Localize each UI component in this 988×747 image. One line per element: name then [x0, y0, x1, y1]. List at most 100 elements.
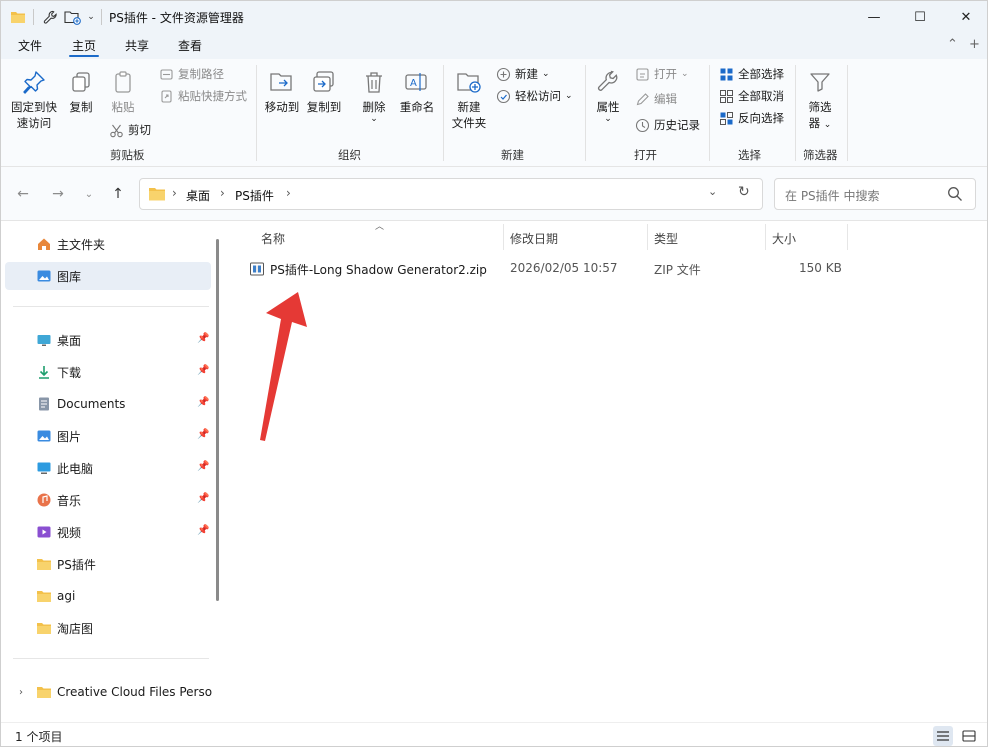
sidebar-item-agi[interactable]: agi	[5, 582, 211, 610]
column-header-type[interactable]: 类型	[654, 230, 678, 247]
breadcrumb-desktop[interactable]: 桌面	[186, 187, 210, 204]
move-to-icon	[267, 67, 297, 97]
sidebar-item-videos[interactable]: 视频 📌	[5, 518, 211, 546]
tiles-view-icon[interactable]	[959, 726, 979, 746]
breadcrumb-ps-plugins[interactable]: PS插件	[235, 187, 274, 204]
breadcrumb-chevron-icon: ›	[172, 186, 177, 200]
pin-icon[interactable]: 📌	[197, 429, 209, 440]
sidebar-item-music[interactable]: 音乐 📌	[5, 486, 211, 514]
up-arrow-icon[interactable]: ↑	[107, 183, 129, 205]
forward-arrow-icon[interactable]: →	[47, 183, 69, 205]
documents-icon	[35, 395, 53, 413]
pin-quick-access-button[interactable]: 固定到快 速访问	[7, 67, 61, 131]
pin-icon[interactable]: 📌	[197, 333, 209, 344]
search-box[interactable]: 在 PS插件 中搜索	[774, 178, 976, 210]
select-all-label: 全部选择	[738, 67, 784, 81]
column-header-name[interactable]: 名称	[261, 230, 285, 247]
file-name[interactable]: PS插件-Long Shadow Generator2.zip	[270, 261, 487, 278]
collapse-ribbon-icon[interactable]: ⌃	[947, 37, 958, 52]
wrench-icon[interactable]	[41, 8, 59, 26]
address-bar[interactable]: › 桌面 › PS插件 › ⌄ ↻	[139, 178, 763, 210]
easy-access-label: 轻松访问	[515, 89, 561, 103]
pin-icon[interactable]: 📌	[197, 365, 209, 376]
new-folder-icon[interactable]	[63, 8, 81, 26]
copy-button[interactable]: 复制	[63, 67, 99, 115]
sidebar-item-ps-plugins[interactable]: PS插件	[5, 550, 211, 578]
rename-button[interactable]: A 重命名	[397, 67, 437, 115]
tab-file[interactable]: 文件	[18, 37, 42, 54]
help-icon[interactable]: +	[969, 37, 980, 52]
sidebar-item-creative-cloud[interactable]: › Creative Cloud Files Personal	[5, 678, 213, 706]
invert-selection-label: 反向选择	[738, 111, 784, 125]
edit-button[interactable]: 编辑	[633, 89, 677, 109]
breadcrumb-chevron-icon: ›	[220, 186, 225, 200]
paste-button[interactable]: 粘贴	[105, 67, 141, 115]
copy-to-button[interactable]: 复制到	[305, 67, 343, 115]
chevron-down-icon[interactable]: ⌄	[85, 8, 97, 26]
status-bar: 1 个项目	[1, 722, 987, 746]
sidebar-item-label: PS插件	[57, 557, 96, 572]
paste-shortcut-button[interactable]: 粘贴快捷方式	[157, 86, 247, 106]
close-button[interactable]: ✕	[943, 1, 987, 33]
expand-chevron-icon[interactable]: ›	[19, 687, 23, 698]
pin-icon[interactable]: 📌	[197, 525, 209, 536]
pin-icon[interactable]: 📌	[197, 493, 209, 504]
music-icon	[35, 491, 53, 509]
move-to-button[interactable]: 移动到	[263, 67, 301, 115]
sidebar-item-pictures[interactable]: 图片 📌	[5, 422, 211, 450]
gallery-icon	[35, 267, 53, 285]
breadcrumb-chevron-icon: ›	[286, 186, 291, 200]
copy-path-button[interactable]: 复制路径	[157, 64, 224, 84]
cut-button[interactable]: 剪切	[107, 120, 151, 140]
sidebar-scrollbar[interactable]	[216, 239, 219, 601]
sidebar-item-label: Documents	[57, 397, 126, 411]
select-none-button[interactable]: 全部取消	[717, 86, 784, 106]
sidebar-item-gallery[interactable]: 图库	[5, 262, 211, 290]
details-view-icon[interactable]	[933, 726, 953, 746]
sidebar-item-home[interactable]: 主文件夹	[5, 230, 211, 258]
tab-share[interactable]: 共享	[125, 37, 149, 54]
column-header-modified[interactable]: 修改日期	[510, 230, 558, 247]
select-all-icon	[717, 65, 735, 83]
pin-icon[interactable]: 📌	[197, 397, 209, 408]
search-icon[interactable]	[947, 186, 963, 205]
new-item-button[interactable]: 新建 ⌄	[494, 64, 550, 84]
navigation-bar: ← → ⌄ ↑ › 桌面 › PS插件 › ⌄ ↻ 在 PS插件 中搜索	[1, 167, 987, 221]
open-button[interactable]: 打开 ⌄	[633, 64, 689, 84]
easy-access-icon	[494, 87, 512, 105]
refresh-icon[interactable]: ↻	[738, 184, 750, 200]
minimize-button[interactable]: —	[851, 1, 897, 33]
tab-home[interactable]: 主页	[72, 37, 96, 54]
tab-view[interactable]: 查看	[178, 37, 202, 54]
sidebar-item-this-pc[interactable]: 此电脑 📌	[5, 454, 211, 482]
new-group-label: 新建	[501, 148, 524, 162]
ribbon-tabs: 文件 主页 共享 查看 ⌃ +	[1, 33, 987, 59]
sidebar-item-taodian[interactable]: 淘店图	[5, 614, 211, 642]
select-group-label: 选择	[738, 148, 761, 162]
folder-icon	[35, 619, 53, 637]
sidebar-item-desktop[interactable]: 桌面 📌	[5, 326, 211, 354]
maximize-button[interactable]: ☐	[897, 1, 943, 33]
select-all-button[interactable]: 全部选择	[717, 64, 784, 84]
delete-button[interactable]: 删除 ⌄	[357, 67, 391, 124]
invert-selection-button[interactable]: 反向选择	[717, 108, 784, 128]
table-row[interactable]: PS插件-Long Shadow Generator2.zip 2026/02/…	[245, 258, 845, 280]
new-folder-button[interactable]: 新建 文件夹	[449, 67, 489, 131]
scissors-icon	[107, 121, 125, 139]
easy-access-button[interactable]: 轻松访问 ⌄	[494, 86, 573, 106]
sidebar-item-downloads[interactable]: 下载 📌	[5, 358, 211, 386]
edit-label: 编辑	[654, 92, 677, 106]
filter-button[interactable]: 筛选 器 ⌄	[801, 67, 839, 133]
address-history-chevron-icon[interactable]: ⌄	[708, 185, 717, 198]
chevron-down-icon: ⌄	[542, 69, 550, 79]
column-header-size[interactable]: 大小	[772, 230, 796, 247]
sidebar-item-documents[interactable]: Documents 📌	[5, 390, 211, 418]
folder-icon	[35, 683, 53, 701]
sidebar-item-label: 下载	[57, 365, 82, 380]
recent-locations-icon[interactable]: ⌄	[78, 183, 100, 205]
history-button[interactable]: 历史记录	[633, 115, 700, 135]
back-arrow-icon[interactable]: ←	[12, 183, 34, 205]
copy-icon	[66, 67, 96, 97]
properties-button[interactable]: 属性 ⌄	[591, 67, 625, 124]
pin-icon[interactable]: 📌	[197, 461, 209, 472]
